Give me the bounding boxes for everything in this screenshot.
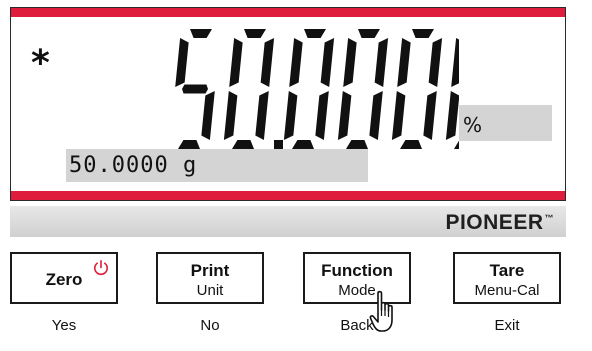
print-button-sublabel: Unit — [196, 282, 224, 299]
main-unit-field: % — [459, 105, 552, 141]
segment-d — [292, 140, 314, 149]
brand-logo: PIONEER™ — [445, 211, 554, 235]
segment-b — [428, 38, 443, 87]
segment-f — [289, 38, 303, 87]
segment-e — [223, 91, 238, 140]
segment-c — [369, 91, 383, 140]
tare-button[interactable]: Tare Menu-Cal — [453, 252, 561, 304]
seven-segment-digit — [337, 29, 389, 149]
seven-segment-digit — [391, 29, 443, 149]
segment-b — [374, 38, 389, 87]
segment-f — [175, 38, 189, 87]
display-top-band — [11, 8, 565, 17]
tare-hold-label: Exit — [494, 317, 520, 334]
stability-indicator: * — [31, 43, 50, 84]
secondary-display-field: 50.0000 g — [66, 149, 368, 182]
segment-e — [337, 91, 352, 140]
segment-c — [423, 91, 437, 140]
segment-c — [315, 91, 329, 140]
hand-pointer-icon — [369, 290, 393, 332]
display-bottom-band — [11, 191, 565, 200]
decimal-point-segment — [274, 140, 283, 149]
zero-hold-label: Yes — [51, 317, 77, 334]
segment-b — [260, 38, 275, 87]
seven-segment-digit — [283, 29, 335, 149]
print-button-label: Print — [190, 261, 230, 280]
segment-d — [178, 140, 200, 149]
segment-f — [451, 38, 459, 87]
segment-a — [412, 29, 434, 38]
segment-b — [320, 38, 335, 87]
power-icon — [94, 259, 108, 276]
segment-f — [343, 38, 357, 87]
segment-d — [454, 140, 459, 149]
print-button[interactable]: Print Unit — [156, 252, 264, 304]
function-button-label: Function — [321, 261, 393, 280]
segment-a — [358, 29, 380, 38]
seven-segment-digit — [175, 29, 215, 149]
seven-segment-readout — [175, 29, 459, 149]
tare-button-sublabel: Menu-Cal — [474, 282, 540, 299]
segment-a — [304, 29, 326, 38]
segment-d — [400, 140, 422, 149]
tare-button-label: Tare — [489, 261, 525, 280]
segment-f — [229, 38, 243, 87]
segment-a — [244, 29, 266, 38]
balance-interface: * % 50.0000 g PIONEER™ Zero Yes Print Un… — [0, 0, 592, 351]
zero-button[interactable]: Zero — [10, 252, 118, 304]
weighing-display: * % 50.0000 g — [10, 7, 566, 201]
segment-c — [255, 91, 269, 140]
print-hold-label: No — [200, 317, 220, 334]
seven-segment-digit — [223, 29, 275, 149]
segment-e — [445, 91, 459, 140]
secondary-weight-reading: 50.0000 g — [69, 153, 198, 178]
segment-a — [190, 29, 212, 38]
segment-f — [397, 38, 411, 87]
trademark-symbol: ™ — [544, 213, 554, 223]
segment-e — [391, 91, 406, 140]
seven-segment-digit — [445, 38, 459, 149]
segment-c — [201, 91, 215, 140]
brand-strip: PIONEER™ — [10, 206, 566, 237]
main-weight-reading — [169, 25, 459, 155]
segment-g — [182, 84, 208, 94]
segment-d — [346, 140, 368, 149]
main-unit-label: % — [463, 113, 483, 137]
brand-name: PIONEER — [445, 211, 544, 234]
segment-d — [232, 140, 254, 149]
segment-e — [283, 91, 298, 140]
